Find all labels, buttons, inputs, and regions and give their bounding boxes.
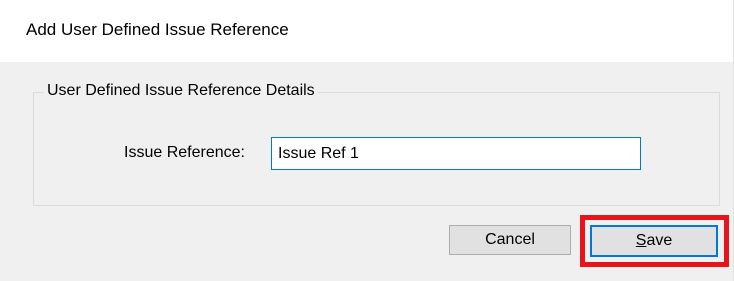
cancel-button[interactable]: Cancel [449,225,571,255]
save-mnemonic: S [635,232,647,249]
dialog-titlebar: Add User Defined Issue Reference [0,0,733,62]
dialog-window: Add User Defined Issue Reference User De… [0,0,734,281]
issue-reference-label: Issue Reference: [124,144,245,161]
save-button-label: Save [636,232,672,250]
save-label-rest: ave [646,232,673,249]
issue-reference-input[interactable] [271,137,641,170]
cancel-button-label: Cancel [485,231,535,248]
save-button[interactable]: Save [590,225,718,257]
dialog-title: Add User Defined Issue Reference [26,20,289,39]
details-group-title: User Defined Issue Reference Details [44,82,318,100]
